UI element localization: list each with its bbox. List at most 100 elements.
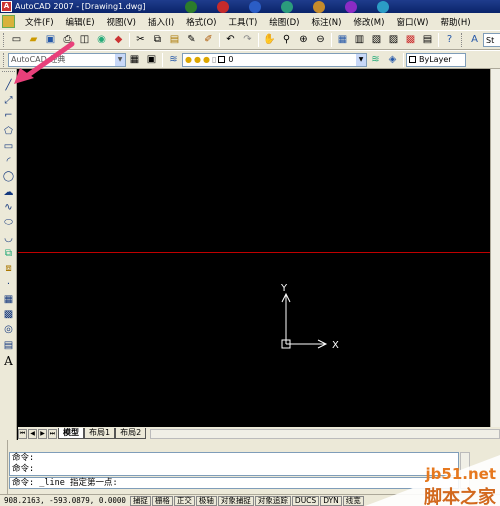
zoom-previous-icon[interactable]: ⊖ (313, 33, 328, 48)
prev-tab-icon[interactable]: ◀ (28, 428, 37, 439)
properties-icon[interactable]: ▦ (335, 33, 350, 48)
zoom-window-icon[interactable]: ⊕ (296, 33, 311, 48)
polyline-icon[interactable]: ⌐ (1, 109, 16, 124)
zoom-realtime-icon[interactable]: ⚲ (279, 33, 294, 48)
ellipse-arc-icon[interactable]: ◡ (1, 231, 16, 246)
sun-vp-icon: ● (202, 55, 210, 64)
publish-icon[interactable]: ◉ (94, 33, 109, 48)
grid-button[interactable]: 栅格 (151, 495, 173, 506)
copy-icon[interactable]: ⧉ (150, 33, 165, 48)
document-menu-icon[interactable] (2, 15, 15, 28)
arc-icon[interactable]: ◜ (1, 154, 16, 169)
polygon-icon[interactable]: ⬠ (1, 124, 16, 139)
layer-manager-icon[interactable]: ≋ (166, 52, 181, 67)
coordinates-readout: 908.2163, -593.0879, 0.0000 (4, 496, 126, 505)
ducs-button[interactable]: DUCS (291, 495, 320, 506)
style-combo-value: St (486, 35, 495, 45)
menu-help[interactable]: 帮助(H) (435, 16, 477, 28)
text-style-icon[interactable]: A (467, 33, 482, 48)
3d-dwf-icon[interactable]: ◆ (111, 33, 126, 48)
make-object-layer-current-icon[interactable]: ≋ (368, 52, 383, 67)
paste-icon[interactable]: ▤ (167, 33, 182, 48)
otrack-button[interactable]: 对象追踪 (254, 495, 291, 506)
region-icon[interactable]: ◎ (1, 323, 16, 338)
color-select[interactable]: ByLayer (406, 52, 466, 67)
menu-dimension[interactable]: 标注(N) (305, 16, 347, 28)
toolbar-grip[interactable] (3, 52, 6, 67)
cut-icon[interactable]: ✂ (133, 33, 148, 48)
multiline-text-icon[interactable]: A (1, 353, 16, 368)
menu-draw[interactable]: 绘图(D) (263, 16, 305, 28)
revision-cloud-icon[interactable]: ☁ (1, 185, 16, 200)
annotation-arrow-icon (14, 41, 75, 84)
menu-file[interactable]: 文件(F) (19, 16, 60, 28)
menu-modify[interactable]: 修改(M) (347, 16, 390, 28)
menu-tools[interactable]: 工具(T) (222, 16, 263, 28)
watermark-name: 脚本之家 (424, 487, 496, 506)
window-title: AutoCAD 2007 - [Drawing1.dwg] (15, 2, 146, 11)
menu-insert[interactable]: 插入(I) (142, 16, 180, 28)
layer-select[interactable]: ● ● ● ▯ 0 ▼ (182, 52, 367, 67)
insert-block-icon[interactable]: ⧉ (1, 246, 16, 261)
gradient-icon[interactable]: ▩ (1, 307, 16, 322)
menu-edit[interactable]: 编辑(E) (60, 16, 101, 28)
polar-button[interactable]: 极轴 (195, 495, 217, 506)
point-icon[interactable]: · (1, 277, 16, 292)
chevron-down-icon[interactable]: ▼ (115, 53, 125, 66)
crosshair-cursor (18, 252, 490, 253)
layer-value: 0 (228, 55, 234, 64)
toolbar-grip[interactable] (461, 33, 464, 47)
rectangle-icon[interactable]: ▭ (1, 139, 16, 154)
command-window-grip[interactable] (0, 440, 8, 494)
menu-format[interactable]: 格式(O) (180, 16, 222, 28)
snap-button[interactable]: 捕捉 (129, 495, 151, 506)
layer-color-swatch (218, 56, 226, 63)
ellipse-icon[interactable]: ⬭ (1, 216, 16, 231)
horizontal-scrollbar[interactable] (150, 428, 500, 439)
save-workspace-icon[interactable]: ▣ (144, 52, 159, 67)
spline-icon[interactable]: ∿ (1, 200, 16, 215)
circle-icon[interactable]: ◯ (1, 170, 16, 185)
undo-icon[interactable]: ↶ (223, 33, 238, 48)
ucs-y-label: Y (280, 284, 288, 294)
redo-icon[interactable]: ↷ (240, 33, 255, 48)
menu-window[interactable]: 窗口(W) (390, 16, 434, 28)
design-center-icon[interactable]: ▥ (352, 33, 367, 48)
make-block-icon[interactable]: ⧈ (1, 262, 16, 277)
toolbar-grip[interactable] (3, 33, 6, 47)
ortho-button[interactable]: 正交 (173, 495, 195, 506)
dyn-button[interactable]: DYN (320, 495, 342, 506)
style-combo[interactable]: St (483, 33, 500, 47)
tab-layout2[interactable]: 布局2 (115, 428, 147, 439)
unlock-icon: ▯ (211, 55, 217, 64)
chevron-down-icon[interactable]: ▼ (356, 53, 366, 66)
layout-tab-bar: ⏮ ◀ ▶ ⏭ 模型 布局1 布局2 (18, 427, 500, 440)
menu-view[interactable]: 视图(V) (101, 16, 142, 28)
menu-bar: 文件(F) 编辑(E) 视图(V) 插入(I) 格式(O) 工具(T) 绘图(D… (0, 13, 500, 30)
sun-icon: ● (193, 55, 201, 64)
block-editor-icon[interactable]: ✐ (201, 33, 216, 48)
next-tab-icon[interactable]: ▶ (38, 428, 47, 439)
match-properties-icon[interactable]: ✎ (184, 33, 199, 48)
watermark-url: jb51.net (425, 465, 496, 483)
calculator-icon[interactable]: ▤ (420, 33, 435, 48)
tool-palettes-icon[interactable]: ▧ (369, 33, 384, 48)
construction-line-icon[interactable]: ⤢ (1, 93, 16, 108)
ucs-x-label: X (332, 340, 339, 351)
drawing-canvas[interactable]: Y X (18, 69, 490, 427)
first-tab-icon[interactable]: ⏮ (18, 428, 27, 439)
help-icon[interactable]: ? (442, 33, 457, 48)
hatch-icon[interactable]: ▦ (1, 292, 16, 307)
workspace-settings-icon[interactable]: ▦ (127, 52, 142, 67)
color-swatch (409, 56, 416, 63)
tab-model[interactable]: 模型 (58, 428, 84, 439)
vertical-scrollbar[interactable] (490, 69, 500, 427)
layer-previous-icon[interactable]: ◈ (385, 52, 400, 67)
osnap-button[interactable]: 对象捕捉 (217, 495, 254, 506)
pan-icon[interactable]: ✋ (262, 33, 277, 48)
sheet-set-icon[interactable]: ▨ (386, 33, 401, 48)
table-icon[interactable]: ▤ (1, 338, 16, 353)
last-tab-icon[interactable]: ⏭ (48, 428, 57, 439)
markup-icon[interactable]: ▩ (403, 33, 418, 48)
tab-layout1[interactable]: 布局1 (84, 428, 116, 439)
